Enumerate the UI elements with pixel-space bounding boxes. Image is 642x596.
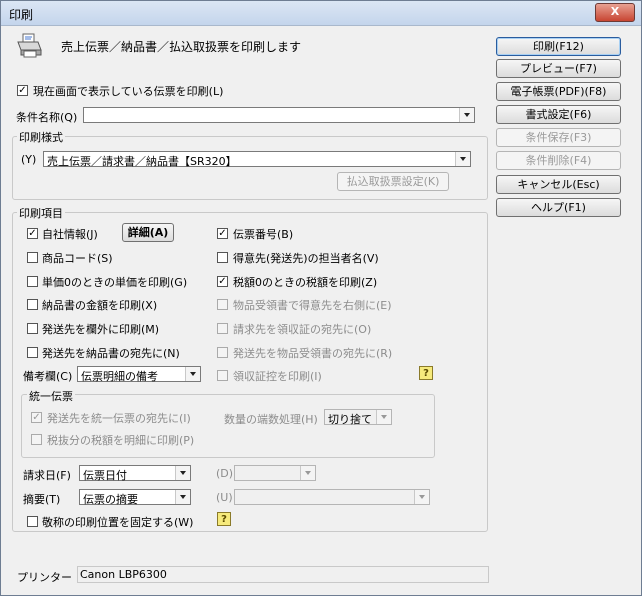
billing-date-combo[interactable]: 伝票日付	[79, 465, 191, 482]
tax-zero-label: 税額0のときの税額を印刷(Z)	[233, 276, 378, 289]
chevron-down-icon[interactable]	[459, 108, 474, 122]
ship-delivery-addr-label: 発送先を納品書の宛先に(N)	[42, 347, 180, 360]
cancel-button[interactable]: キャンセル(Esc)	[496, 175, 621, 194]
window-title: 印刷	[9, 8, 34, 22]
fraction-combo[interactable]: 切り捨て	[324, 409, 392, 426]
summary-label: 摘要(T)	[23, 493, 61, 506]
format-settings-button[interactable]: 書式設定(F6)	[496, 105, 621, 124]
print-style-group-label: 印刷様式	[17, 129, 65, 145]
printer-label: プリンター	[17, 571, 72, 584]
company-info-checkbox[interactable]: ✓	[27, 228, 38, 239]
receipt-stamp-label: 領収証控を印刷(I)	[233, 370, 322, 383]
save-condition-button[interactable]: 条件保存(F3)	[496, 128, 621, 147]
print-items-group-label: 印刷項目	[17, 205, 65, 221]
contact-person-label: 得意先(発送先)の担当者名(V)	[233, 252, 379, 265]
chevron-down-icon[interactable]	[376, 410, 391, 424]
receipt-right-label: 物品受領書で得意先を右側に(E)	[233, 299, 392, 312]
ship-receipt-addr-label: 発送先を物品受領書の宛先に(R)	[233, 347, 393, 360]
billing-date-label: 請求日(F)	[23, 469, 71, 482]
u-combo[interactable]	[234, 489, 430, 505]
chevron-down-icon[interactable]	[455, 152, 470, 166]
unified-ship-addr-label: 発送先を統一伝票の宛先に(I)	[47, 412, 191, 425]
summary-combo[interactable]: 伝票の摘要	[79, 489, 191, 506]
detail-button[interactable]: 詳細(A)	[122, 223, 174, 242]
print-style-prefix: (Y)	[21, 153, 37, 166]
chevron-down-icon[interactable]	[175, 490, 190, 504]
tax-zero-checkbox[interactable]: ✓	[217, 276, 228, 287]
u-label: (U)	[216, 491, 233, 504]
unified-slip-group-label: 統一伝票	[27, 388, 75, 404]
receipt-right-checkbox[interactable]	[217, 299, 228, 310]
current-screen-checkbox[interactable]: ✓	[17, 85, 28, 96]
d-label: (D)	[216, 467, 234, 480]
tax-excluded-checkbox[interactable]	[31, 434, 42, 445]
ship-outside-label: 発送先を欄外に印刷(M)	[42, 323, 160, 336]
slip-number-checkbox[interactable]: ✓	[217, 228, 228, 239]
preview-button[interactable]: プレビュー(F7)	[496, 59, 621, 78]
chevron-down-icon[interactable]	[300, 466, 315, 480]
print-dialog: 印刷 X 売上伝票／納品書／払込取扱票を印刷します ✓ 現在画面で表示している伝…	[0, 0, 642, 596]
pdf-button[interactable]: 電子帳票(PDF)(F8)	[496, 82, 621, 101]
company-info-label: 自社情報(J)	[42, 228, 98, 241]
current-screen-label: 現在画面で表示している伝票を印刷(L)	[33, 85, 224, 98]
header-description: 売上伝票／納品書／払込取扱票を印刷します	[61, 40, 302, 54]
honorific-fixed-label: 敬称の印刷位置を固定する(W)	[42, 516, 194, 529]
delivery-amount-label: 納品書の金額を印刷(X)	[42, 299, 158, 312]
furikomi-settings-button[interactable]: 払込取扱票設定(K)	[337, 172, 449, 191]
delete-condition-button[interactable]: 条件削除(F4)	[496, 151, 621, 170]
bill-receipt-addr-label: 請求先を領収証の宛先に(O)	[233, 323, 372, 336]
slip-number-label: 伝票番号(B)	[233, 228, 294, 241]
receipt-stamp-checkbox[interactable]	[217, 370, 228, 381]
ship-outside-checkbox[interactable]	[27, 323, 38, 334]
product-code-label: 商品コード(S)	[42, 252, 113, 265]
tax-excluded-label: 税抜分の税額を明細に印刷(P)	[47, 434, 195, 447]
delivery-amount-checkbox[interactable]	[27, 299, 38, 310]
condition-label: 条件名称(Q)	[16, 111, 78, 124]
unified-ship-addr-checkbox[interactable]: ✓	[31, 412, 42, 423]
fraction-label: 数量の端数処理(H)	[224, 413, 318, 426]
chevron-down-icon[interactable]	[185, 367, 200, 381]
printer-field: Canon LBP6300	[77, 566, 489, 583]
help-button[interactable]: ヘルプ(F1)	[496, 198, 621, 217]
unit-price-zero-checkbox[interactable]	[27, 276, 38, 287]
honorific-fixed-checkbox[interactable]	[27, 516, 38, 527]
chevron-down-icon[interactable]	[414, 490, 429, 504]
notes-combo[interactable]: 伝票明細の備考	[77, 366, 201, 383]
notes-label: 備考欄(C)	[23, 370, 73, 383]
print-button[interactable]: 印刷(F12)	[496, 37, 621, 56]
bill-receipt-addr-checkbox[interactable]	[217, 323, 228, 334]
print-style-combo[interactable]: 売上伝票／請求書／納品書【SR320】	[43, 151, 471, 168]
ship-receipt-addr-checkbox[interactable]	[217, 347, 228, 358]
help-icon[interactable]: ?	[217, 512, 231, 526]
ship-delivery-addr-checkbox[interactable]	[27, 347, 38, 358]
condition-combo[interactable]	[83, 107, 475, 123]
d-combo[interactable]	[234, 465, 316, 481]
unit-price-zero-label: 単価0のときの単価を印刷(G)	[42, 276, 188, 289]
title-bar: 印刷 X	[1, 1, 641, 26]
chevron-down-icon[interactable]	[175, 466, 190, 480]
product-code-checkbox[interactable]	[27, 252, 38, 263]
contact-person-checkbox[interactable]	[217, 252, 228, 263]
close-button[interactable]: X	[595, 3, 635, 22]
help-icon[interactable]: ?	[419, 366, 433, 380]
printer-icon	[15, 33, 43, 59]
